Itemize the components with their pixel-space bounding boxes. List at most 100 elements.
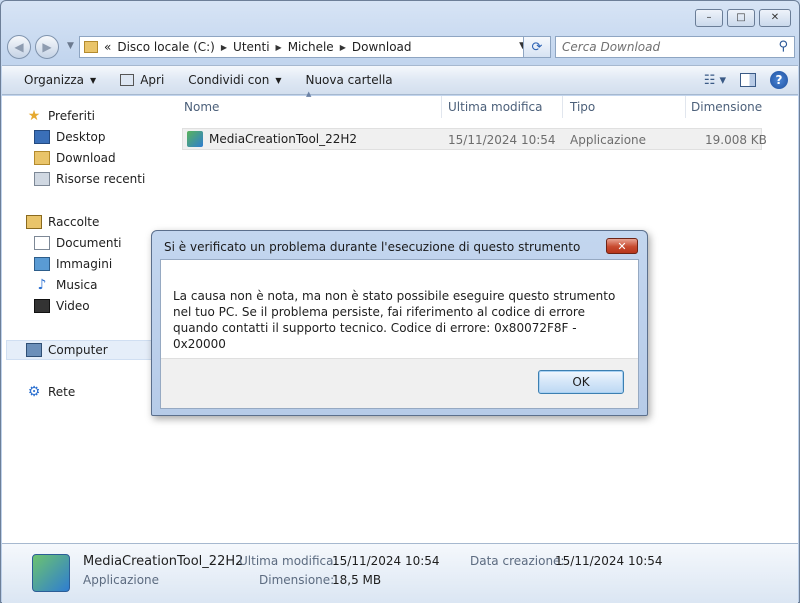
back-arrow-icon: ◀ (14, 40, 24, 54)
history-dropdown-icon[interactable]: ▼ (67, 41, 74, 51)
refresh-button[interactable]: ⟳ (523, 36, 551, 58)
maximize-button[interactable]: □ (727, 9, 755, 27)
close-window-button[interactable]: ✕ (759, 9, 791, 27)
sidebar-item-network[interactable]: ⚙ Rete (26, 382, 76, 402)
share-button[interactable]: Condividi con ▼ (176, 73, 293, 87)
breadcrumb-drive[interactable]: Disco locale (C:) (117, 40, 215, 54)
view-controls: ☷ ▾ ? (704, 71, 788, 89)
file-size: 19.008 KB (705, 133, 767, 147)
chevron-down-icon: ▼ (275, 75, 282, 85)
maximize-icon: □ (736, 12, 746, 23)
libraries-icon (26, 215, 42, 229)
chevron-right-icon[interactable]: ▶ (340, 43, 346, 52)
sidebar-item-label: Preferiti (48, 109, 95, 123)
sidebar-item-computer[interactable]: Computer (26, 340, 108, 360)
sidebar-item-label: Rete (48, 385, 76, 399)
share-label: Condividi con (188, 73, 270, 87)
sidebar-item-desktop[interactable]: Desktop (34, 127, 106, 147)
ok-button[interactable]: OK (538, 370, 624, 394)
new-folder-button[interactable]: Nuova cartella (293, 73, 404, 87)
search-placeholder: Cerca Download (562, 40, 661, 54)
application-icon (32, 554, 70, 592)
details-pane: MediaCreationTool_22H2 Applicazione Ulti… (2, 543, 798, 603)
refresh-icon: ⟳ (531, 39, 543, 55)
sidebar-item-video[interactable]: Video (34, 296, 90, 316)
computer-icon (26, 343, 42, 357)
open-button[interactable]: Apri (108, 73, 176, 87)
column-header-name[interactable]: Nome (184, 100, 219, 118)
details-modified-value: 15/11/2024 10:54 (332, 554, 440, 568)
sidebar-item-label: Download (56, 151, 116, 165)
error-dialog: Si è verificato un problema durante l'es… (151, 230, 648, 416)
back-button[interactable]: ◀ (7, 35, 31, 59)
dialog-title: Si è verificato un problema durante l'es… (164, 240, 581, 254)
navigation-pane: ★ Preferiti Desktop Download Risorse rec… (2, 96, 166, 543)
video-icon (34, 299, 50, 313)
network-icon: ⚙ (27, 384, 41, 400)
sidebar-item-label: Documenti (56, 236, 122, 250)
breadcrumb-overflow[interactable]: « (104, 40, 111, 54)
breadcrumb-user[interactable]: Michele (288, 40, 334, 54)
organize-label: Organizza (24, 73, 85, 87)
column-header-type[interactable]: Tipo (570, 100, 595, 118)
close-icon: ✕ (770, 12, 780, 23)
chevron-right-icon[interactable]: ▶ (276, 43, 282, 52)
address-bar[interactable]: « Disco locale (C:) ▶ Utenti ▶ Michele ▶… (79, 36, 549, 58)
minimize-icon: – (706, 12, 712, 23)
sidebar-item-label: Video (56, 299, 90, 313)
sidebar-item-label: Immagini (56, 257, 113, 271)
change-view-icon[interactable]: ☷ ▾ (704, 73, 726, 88)
chevron-right-icon[interactable]: ▶ (221, 43, 227, 52)
desktop-icon (34, 130, 50, 144)
forward-arrow-icon: ▶ (42, 40, 52, 54)
column-header-size[interactable]: Dimensione (691, 100, 762, 118)
preview-pane-icon[interactable] (740, 73, 756, 87)
dialog-body: La causa non è nota, ma non è stato poss… (160, 259, 639, 409)
sidebar-item-label: Desktop (56, 130, 106, 144)
sidebar-item-libraries[interactable]: Raccolte (26, 212, 99, 232)
open-icon (120, 74, 135, 86)
application-icon (187, 131, 203, 147)
details-size-label: Dimensione: (259, 573, 335, 587)
file-modified: 15/11/2024 10:54 (448, 133, 556, 147)
minimize-button[interactable]: – (695, 9, 723, 27)
sidebar-item-images[interactable]: Immagini (34, 254, 112, 274)
breadcrumb-users[interactable]: Utenti (233, 40, 270, 54)
sidebar-item-label: Musica (56, 278, 98, 292)
sidebar-item-label: Computer (48, 343, 108, 357)
sidebar-item-music[interactable]: ♪ Musica (34, 275, 98, 295)
breadcrumb-download[interactable]: Download (352, 40, 412, 54)
download-folder-icon (34, 151, 50, 165)
sidebar-item-documents[interactable]: Documenti (34, 233, 122, 253)
dialog-close-button[interactable]: ✕ (606, 238, 638, 254)
column-divider[interactable] (685, 96, 686, 118)
details-created-label: Data creazione: (470, 554, 565, 568)
sort-ascending-icon: ▲ (306, 90, 312, 98)
search-icon[interactable]: ⚲ (778, 39, 788, 54)
sidebar-item-download[interactable]: Download (34, 148, 116, 168)
music-icon: ♪ (37, 277, 47, 293)
details-file-name: MediaCreationTool_22H2 (83, 554, 244, 569)
forward-button[interactable]: ▶ (35, 35, 59, 59)
details-file-type: Applicazione (83, 573, 160, 587)
navigation-bar: ◀ ▶ ▼ « Disco locale (C:) ▶ Utenti ▶ Mic… (7, 35, 795, 59)
sidebar-item-favorites[interactable]: ★ Preferiti (26, 106, 95, 126)
column-header-modified[interactable]: Ultima modifica (448, 100, 543, 118)
file-name: MediaCreationTool_22H2 (209, 132, 358, 146)
dialog-message: La causa non è nota, ma non è stato poss… (173, 289, 616, 351)
sidebar-item-label: Risorse recenti (56, 172, 146, 186)
sidebar-item-recent[interactable]: Risorse recenti (34, 169, 145, 189)
pictures-icon (34, 257, 50, 271)
file-type: Applicazione (570, 133, 647, 147)
details-created-value: 15/11/2024 10:54 (555, 554, 663, 568)
organize-button[interactable]: Organizza ▼ (12, 73, 108, 87)
column-divider[interactable] (562, 96, 563, 118)
search-input[interactable]: Cerca Download ⚲ (555, 36, 795, 58)
column-divider[interactable] (441, 96, 442, 118)
open-label: Apri (140, 73, 165, 87)
sidebar-item-label: Raccolte (48, 215, 100, 229)
window-caption-buttons: – □ ✕ (695, 9, 791, 27)
table-row[interactable]: MediaCreationTool_22H2 15/11/2024 10:54 … (182, 128, 767, 150)
help-icon[interactable]: ? (770, 71, 788, 89)
folder-icon (84, 41, 98, 53)
